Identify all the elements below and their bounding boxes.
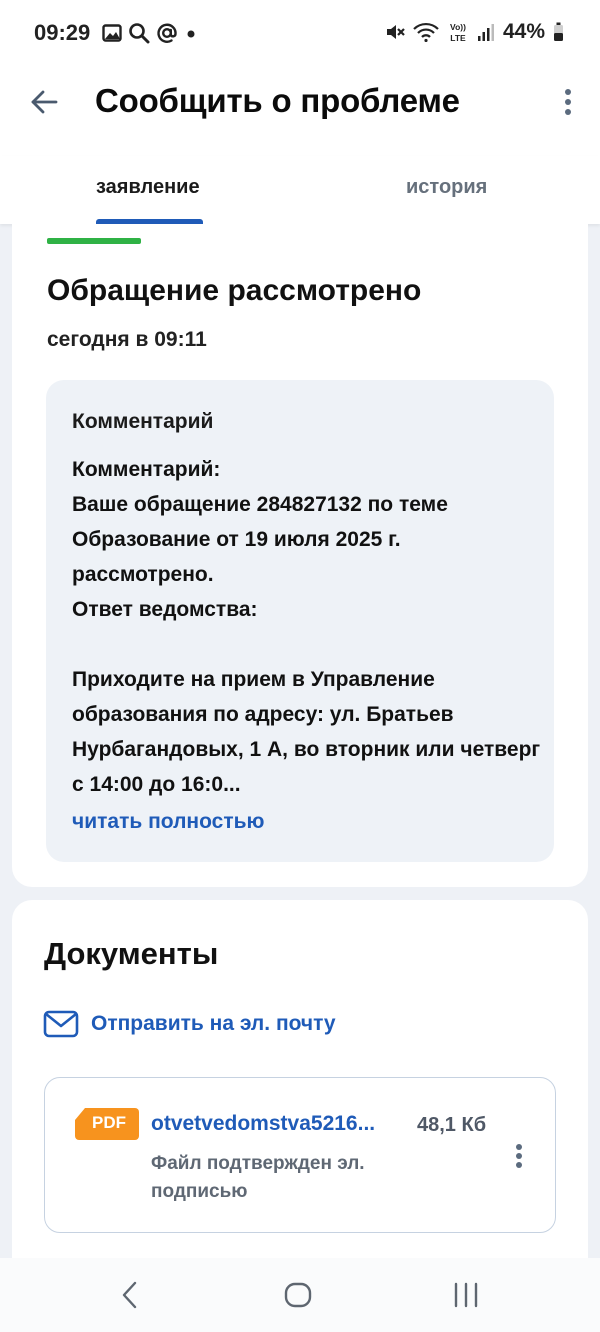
comment-box: Комментарий Комментарий: Ваше обращение …	[46, 380, 554, 862]
pdf-badge-label: PDF	[92, 1113, 126, 1132]
home-icon	[284, 1282, 312, 1308]
back-button[interactable]	[24, 84, 64, 120]
volte-icon: Vo)) LTE	[450, 22, 466, 43]
mute-icon	[386, 25, 405, 39]
send-email-label: Отправить на эл. почту	[91, 1012, 336, 1035]
nav-home-button[interactable]	[278, 1278, 318, 1312]
status-timestamp: сегодня в 09:11	[47, 328, 207, 351]
svg-text:LTE: LTE	[450, 33, 466, 43]
signal-icon	[477, 24, 494, 41]
comment-body: Комментарий: Ваше обращение 284827132 по…	[72, 458, 541, 796]
envelope-icon	[43, 1010, 79, 1038]
kebab-menu-icon	[516, 1144, 522, 1168]
status-accent-bar	[47, 238, 141, 244]
tab-history[interactable]: история	[406, 176, 487, 199]
status-time: 09:29	[34, 20, 91, 45]
page-title: Сообщить о проблеме	[95, 82, 460, 119]
kebab-menu-icon	[565, 89, 571, 115]
battery-percent: 44%	[502, 20, 545, 43]
notification-icons	[102, 22, 198, 44]
documents-card: Документы Отправить на эл. почту PDF otv…	[12, 900, 588, 1270]
file-size: 48,1 Кб	[417, 1114, 487, 1136]
battery-icon	[554, 22, 563, 41]
wifi-icon	[413, 22, 439, 42]
file-name[interactable]: otvetvedomstva5216...	[151, 1112, 401, 1136]
gallery-icon	[102, 24, 122, 42]
system-navigation-bar	[0, 1258, 600, 1332]
nav-recent-apps-button[interactable]	[446, 1278, 486, 1312]
system-icons: Vo)) LTE 44%	[385, 20, 564, 44]
comment-heading: Комментарий	[72, 410, 214, 433]
status-title: Обращение рассмотрено	[47, 274, 422, 307]
svg-text:Vo)): Vo))	[450, 22, 466, 32]
nav-back-button[interactable]	[110, 1278, 150, 1312]
dot-icon	[187, 30, 195, 38]
more-options-button[interactable]	[556, 82, 580, 122]
status-card: Обращение рассмотрено сегодня в 09:11 Ко…	[12, 224, 588, 887]
recent-apps-icon	[454, 1282, 478, 1308]
read-more-link[interactable]: читать полностью	[72, 810, 264, 834]
search-icon	[129, 23, 150, 44]
document-file-item[interactable]: PDF otvetvedomstva5216... 48,1 Кб Файл п…	[44, 1077, 556, 1233]
tab-bar: заявление история	[0, 156, 600, 224]
send-email-button[interactable]: Отправить на эл. почту	[43, 1010, 336, 1038]
documents-title: Документы	[44, 936, 219, 971]
file-signature-status: Файл подтвержден эл. подписью	[151, 1153, 365, 1202]
tab-application[interactable]: заявление	[96, 176, 200, 199]
file-options-button[interactable]	[509, 1138, 529, 1174]
arrow-left-icon	[31, 90, 58, 114]
status-bar: 09:29 Vo)) LTE 44%	[0, 0, 600, 66]
pdf-badge: PDF	[75, 1108, 139, 1140]
chevron-left-icon	[122, 1281, 137, 1309]
at-sign-icon	[157, 23, 177, 43]
screen: 09:29 Vo)) LTE 44% Сообщить о проблеме з…	[0, 0, 600, 1332]
app-header: Сообщить о проблеме	[0, 66, 600, 156]
